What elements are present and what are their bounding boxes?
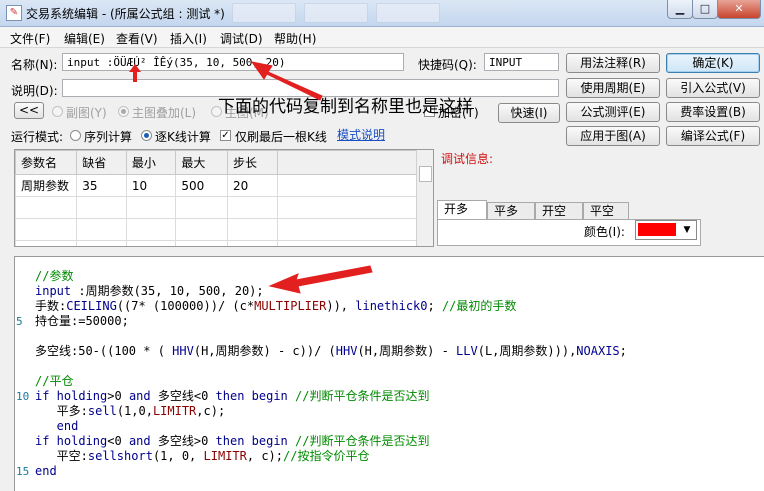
arrow-right-icon (250, 61, 323, 101)
annotation-arrows (129, 61, 373, 294)
arrow-up-icon (129, 64, 141, 82)
arrow-left-icon (268, 265, 373, 294)
